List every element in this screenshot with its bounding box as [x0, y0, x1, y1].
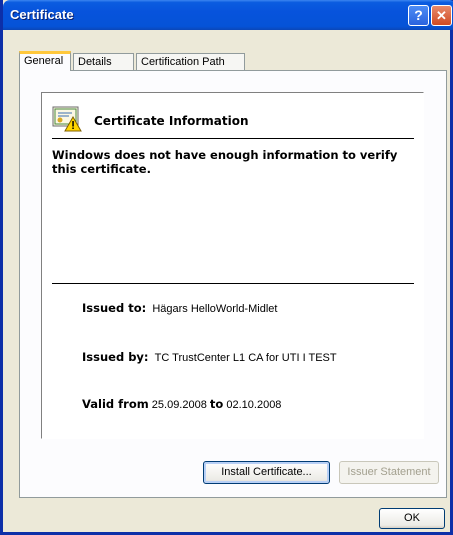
valid-to-label: to [209, 397, 224, 411]
tab-general[interactable]: General [19, 51, 71, 71]
general-tab-panel: Certificate Information Windows does not… [19, 70, 447, 498]
close-button[interactable]: ✕ [431, 5, 452, 26]
certificate-warning-icon [52, 106, 82, 132]
tab-details[interactable]: Details [73, 53, 134, 70]
certificate-info-box: Certificate Information Windows does not… [41, 92, 424, 439]
issued-to-value: Hägars HelloWorld-Midlet [152, 303, 278, 315]
issued-to-label: Issued to: [82, 301, 147, 315]
title-bar[interactable]: Certificate ? ✕ [3, 0, 453, 30]
divider [52, 283, 414, 284]
tab-certification-path[interactable]: Certification Path [136, 53, 245, 70]
certificate-info-heading: Certificate Information [94, 114, 249, 128]
window-title: Certificate [10, 7, 74, 22]
issued-by-row: Issued by: TC TrustCenter L1 CA for UTI … [82, 350, 337, 364]
issued-by-value: TC TrustCenter L1 CA for UTI I TEST [154, 352, 337, 364]
install-certificate-button[interactable]: Install Certificate... [203, 461, 330, 484]
valid-to-value: 02.10.2008 [226, 399, 282, 411]
certificate-dialog: Certificate ? ✕ General Details Certific… [0, 0, 453, 535]
divider [52, 138, 414, 139]
valid-from-label: Valid from [82, 397, 149, 411]
verification-warning: Windows does not have enough information… [52, 148, 398, 176]
validity-row: Valid from 25.09.2008 to 02.10.2008 [82, 397, 281, 411]
issued-to-row: Issued to: Hägars HelloWorld-Midlet [82, 301, 277, 315]
ok-button[interactable]: OK [379, 508, 445, 529]
valid-from-value: 25.09.2008 [151, 399, 207, 411]
issuer-statement-button[interactable]: Issuer Statement [339, 461, 439, 484]
help-button[interactable]: ? [408, 5, 429, 26]
issued-by-label: Issued by: [82, 350, 149, 364]
